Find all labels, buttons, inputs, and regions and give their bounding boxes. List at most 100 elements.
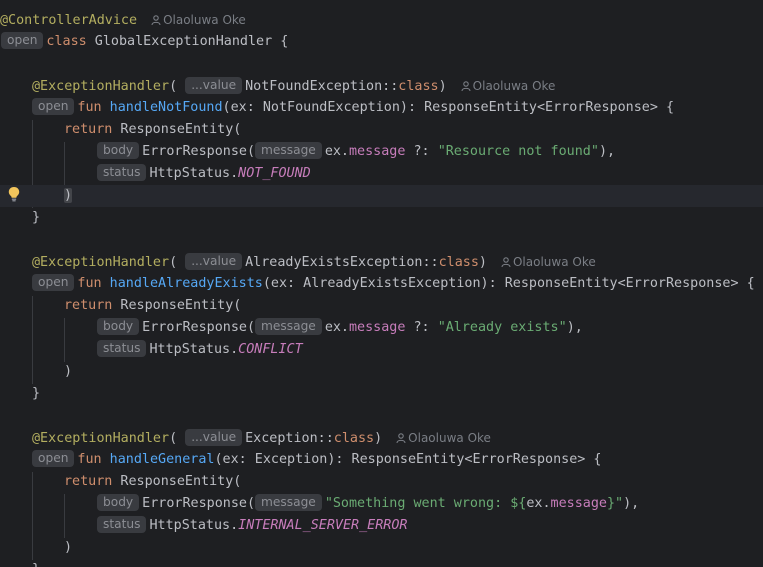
code-line[interactable]: @ExceptionHandler( ...value NotFoundExcep… <box>0 75 763 97</box>
identifier: HttpStatus. <box>149 518 239 533</box>
inlay-hint-open[interactable]: open <box>32 274 75 291</box>
inlay-hint-body[interactable]: body <box>97 494 140 511</box>
inlay-hint-value[interactable]: ...value <box>185 429 243 446</box>
paren: ( <box>169 255 178 270</box>
keyword: fun <box>77 100 102 115</box>
author-hint[interactable]: Olaoluwa Oke <box>396 427 491 449</box>
identifier: HttpStatus. <box>149 342 239 357</box>
call: ResponseEntity( <box>112 474 242 489</box>
keyword: class <box>333 431 375 446</box>
author-hint[interactable]: Olaoluwa Oke <box>501 251 596 273</box>
string-template-start: "Something went wrong: ${ <box>324 496 527 511</box>
inlay-hint-status[interactable]: status <box>97 340 147 357</box>
keyword: class <box>398 79 439 94</box>
code-line[interactable]: return ResponseEntity( <box>0 471 763 493</box>
paren: ) <box>374 431 383 446</box>
operator: :: <box>382 79 399 94</box>
code-editor[interactable]: @ControllerAdvice Olaoluwa Oke open class … <box>0 0 763 567</box>
code-line[interactable]: open fun handleAlreadyExists(ex: AlreadyE… <box>0 273 763 295</box>
code-line[interactable]: body ErrorResponse(message ex.message ?: "… <box>0 141 763 163</box>
code-line[interactable]: @ExceptionHandler( ...value AlreadyExists… <box>0 251 763 273</box>
class-declaration: GlobalExceptionHandler { <box>86 34 289 49</box>
keyword: fun <box>77 276 102 291</box>
identifier: ex. <box>324 144 349 159</box>
annotation: @ExceptionHandler <box>32 431 170 446</box>
code-line[interactable]: body ErrorResponse(message ex.message ?: "… <box>0 317 763 339</box>
status-constant: INTERNAL_SERVER_ERROR <box>238 518 408 533</box>
status-constant: CONFLICT <box>238 342 303 357</box>
code-line[interactable]: body ErrorResponse(message "Something went… <box>0 493 763 515</box>
inlay-hint-message[interactable]: message <box>255 494 322 511</box>
annotation: @ControllerAdvice <box>0 13 138 28</box>
lightbulb-icon[interactable] <box>7 186 21 202</box>
code-line[interactable]: return ResponseEntity( <box>0 295 763 317</box>
operator: ?: <box>405 320 438 335</box>
keyword: return <box>64 122 113 137</box>
exception-type: AlreadyExistsException <box>245 255 423 270</box>
code-line[interactable]: @ExceptionHandler( ...value Exception::cl… <box>0 427 763 449</box>
inlay-hint-message[interactable]: message <box>255 318 322 335</box>
paren: ) <box>478 255 487 270</box>
keyword: return <box>64 474 113 489</box>
inlay-hint-body[interactable]: body <box>97 318 140 335</box>
person-icon <box>501 257 511 268</box>
code-line[interactable]: open fun handleNotFound(ex: NotFoundExcep… <box>0 97 763 119</box>
string-literal: "Resource not found" <box>437 144 599 159</box>
current-line[interactable]: ) <box>0 185 763 207</box>
inlay-hint-value[interactable]: ...value <box>185 253 243 270</box>
annotation: @ExceptionHandler <box>32 79 170 94</box>
code-line[interactable]: } <box>0 559 763 567</box>
function-name: handleNotFound <box>109 100 223 115</box>
code-line[interactable]: } <box>0 207 763 229</box>
keyword: class <box>438 255 479 270</box>
status-constant: NOT_FOUND <box>238 166 311 181</box>
brace: } <box>32 386 41 401</box>
inlay-hint-body[interactable]: body <box>97 142 140 159</box>
signature: (ex: NotFoundException): ResponseEntity<… <box>222 100 675 115</box>
code-line[interactable]: status HttpStatus.CONFLICT <box>0 339 763 361</box>
property: message <box>349 144 406 159</box>
code-line[interactable]: return ResponseEntity( <box>0 119 763 141</box>
paren: ) <box>438 79 447 94</box>
identifier: ex. <box>324 320 349 335</box>
exception-type: NotFoundException <box>245 79 383 94</box>
punctuation: ), <box>598 144 616 159</box>
string-template-end: }" <box>606 496 624 511</box>
paren: ( <box>169 431 178 446</box>
identifier: ex. <box>526 496 551 511</box>
annotation: @ExceptionHandler <box>32 255 170 270</box>
author-hint[interactable]: Olaoluwa Oke <box>461 75 555 97</box>
code-line[interactable]: } <box>0 383 763 405</box>
operator: :: <box>422 255 439 270</box>
inlay-hint-status[interactable]: status <box>97 164 147 181</box>
keyword: return <box>64 298 113 313</box>
inlay-hint-open[interactable]: open <box>32 450 75 467</box>
code-line[interactable]: ) <box>0 361 763 383</box>
code-line[interactable]: status HttpStatus.NOT_FOUND <box>0 163 763 185</box>
code-line[interactable]: ) <box>0 537 763 559</box>
person-icon <box>461 81 471 92</box>
inlay-hint-open[interactable]: open <box>32 98 75 115</box>
code-line[interactable]: @ControllerAdvice Olaoluwa Oke <box>0 9 763 31</box>
call: ErrorResponse( <box>142 144 256 159</box>
author-name: Olaoluwa Oke <box>408 431 491 445</box>
keyword: fun <box>77 452 102 467</box>
paren: ( <box>169 79 178 94</box>
code-line[interactable]: open class GlobalExceptionHandler { <box>0 31 763 53</box>
call: ErrorResponse( <box>142 320 256 335</box>
brace: } <box>32 210 41 225</box>
keyword: class <box>46 34 87 49</box>
call: ResponseEntity( <box>112 122 242 137</box>
author-name: Olaoluwa Oke <box>163 13 246 27</box>
inlay-hint-status[interactable]: status <box>97 516 147 533</box>
inlay-hint-message[interactable]: message <box>255 142 322 159</box>
inlay-hint-open[interactable]: open <box>1 32 44 49</box>
code-line[interactable]: status HttpStatus.INTERNAL_SERVER_ERROR <box>0 515 763 537</box>
call: ResponseEntity( <box>112 298 242 313</box>
inlay-hint-value[interactable]: ...value <box>185 77 243 94</box>
matched-paren: ) <box>64 188 73 203</box>
author-hint[interactable]: Olaoluwa Oke <box>151 9 246 31</box>
exception-type: Exception <box>245 431 318 446</box>
paren: ) <box>64 540 73 555</box>
code-line[interactable]: open fun handleGeneral(ex: Exception): Re… <box>0 449 763 471</box>
